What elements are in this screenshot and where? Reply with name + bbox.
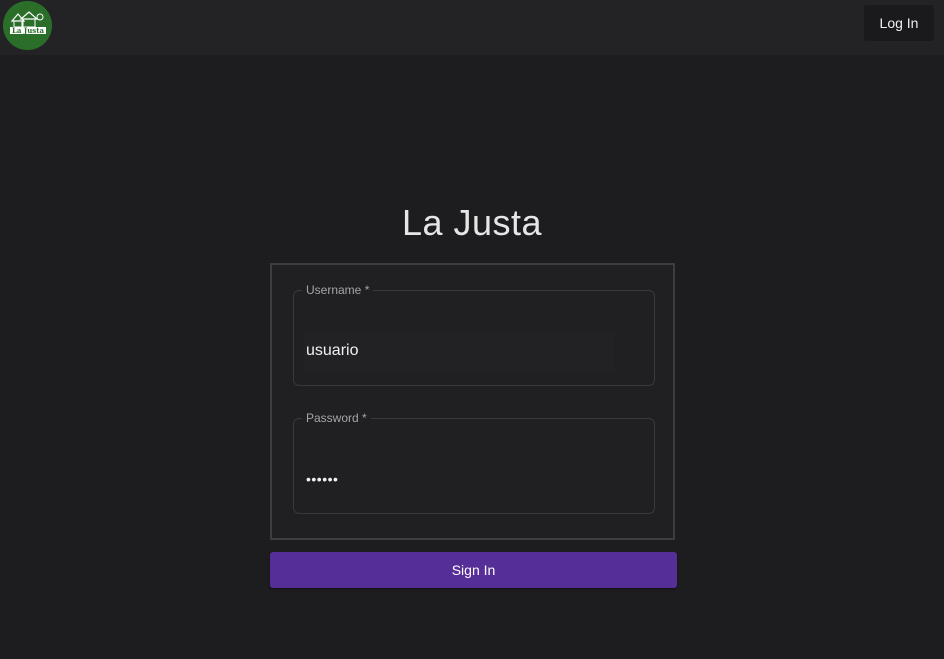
username-field[interactable]: Username * usuario	[293, 283, 655, 386]
username-input[interactable]: usuario	[306, 342, 358, 360]
login-form: Username * usuario Password * ••••••	[270, 263, 675, 540]
top-navigation-bar: La Justa Log In	[0, 0, 944, 55]
password-field[interactable]: Password * ••••••	[293, 411, 655, 514]
page-title: La Justa	[401, 202, 543, 243]
username-label: Username *	[302, 283, 374, 297]
la-justa-logo-icon[interactable]: La Justa	[3, 1, 52, 50]
sign-in-button[interactable]: Sign In	[270, 552, 677, 588]
logo-text: La Justa	[12, 26, 44, 35]
password-label: Password *	[302, 411, 371, 425]
password-input[interactable]: ••••••	[306, 471, 338, 487]
login-button[interactable]: Log In	[864, 5, 934, 41]
